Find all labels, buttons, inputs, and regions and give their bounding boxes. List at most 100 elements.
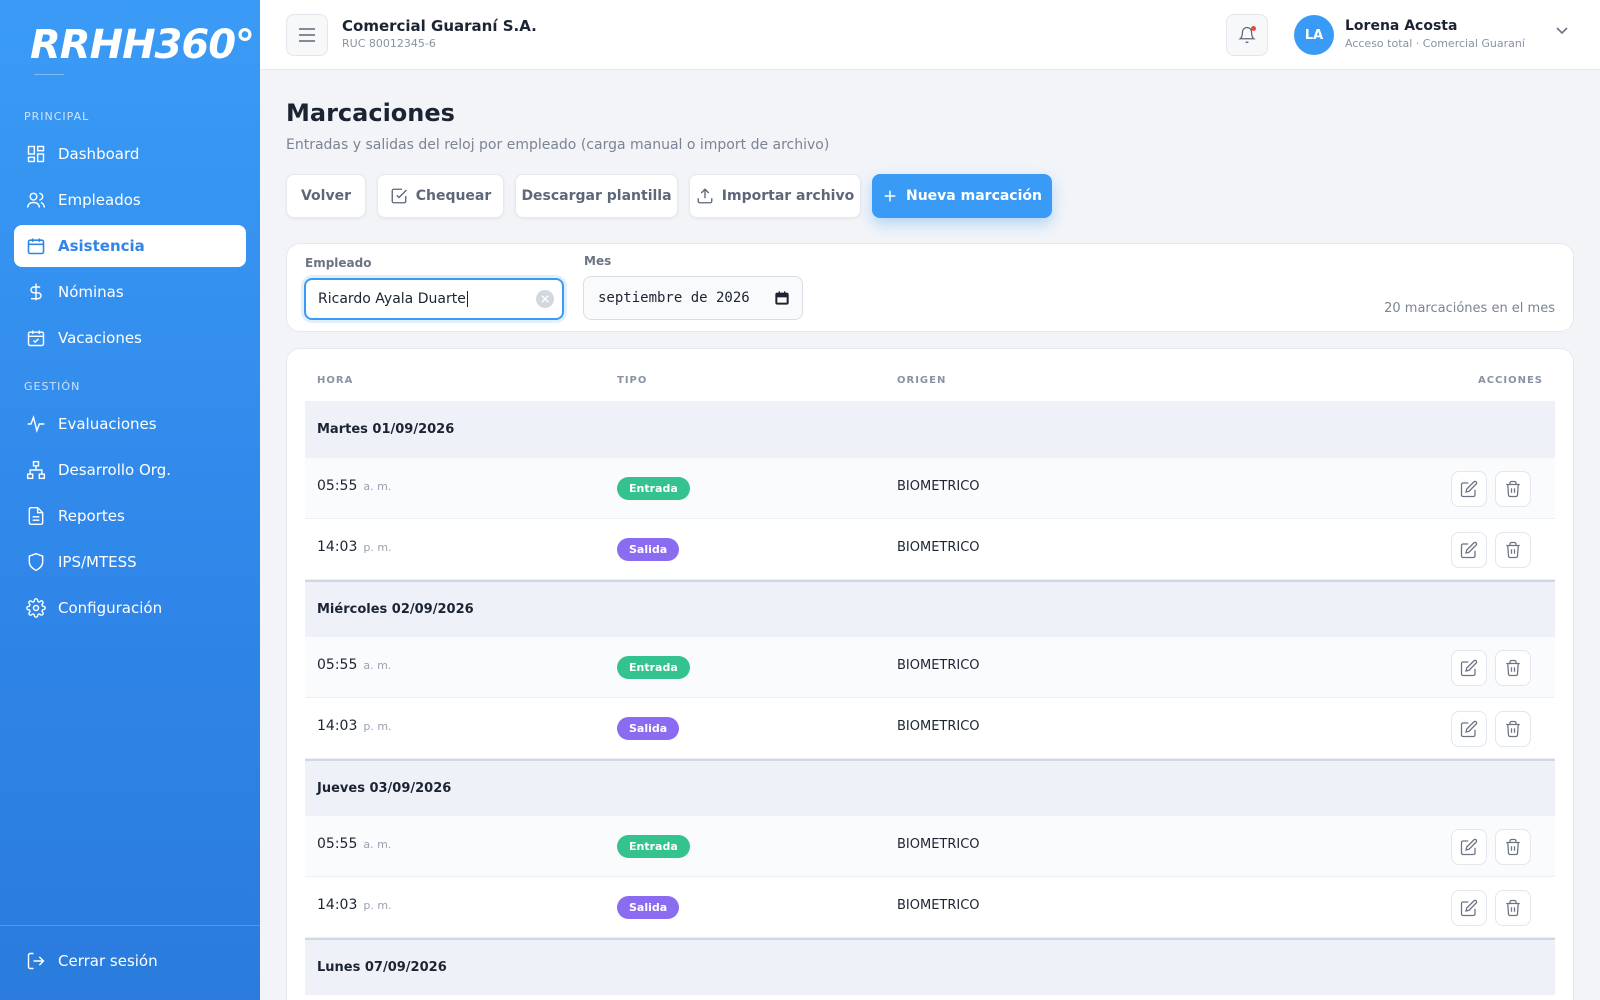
logout-icon <box>27 952 45 970</box>
trash-icon <box>1506 480 1520 498</box>
type-badge-entrada: Entrada <box>617 835 690 858</box>
menu-toggle-button[interactable] <box>286 14 328 56</box>
type-badge-salida: Salida <box>617 538 680 561</box>
checkbox-edit-icon <box>391 188 407 204</box>
back-button[interactable]: Volver <box>286 174 366 218</box>
table-body: Martes 01/09/2026 05:55 a. m. Entrada BIO… <box>305 401 1555 995</box>
clear-input-button[interactable] <box>536 290 554 308</box>
hamburger-icon <box>299 28 315 42</box>
day-group-header: Martes 01/09/2026 <box>305 401 1555 458</box>
table-row[interactable]: 14:03 p. m. Salida BIOMETRICO <box>305 519 1555 580</box>
table-row[interactable]: 05:55 a. m. Entrada BIOMETRICO <box>305 816 1555 877</box>
trash-icon <box>1506 659 1520 677</box>
calendar-icon <box>27 238 45 255</box>
origin-cell: BIOMETRICO <box>897 719 980 734</box>
table-row[interactable]: 14:03 p. m. Salida BIOMETRICO <box>305 698 1555 759</box>
sidebar-item-label: Reportes <box>58 507 125 525</box>
type-badge-salida: Salida <box>617 717 680 740</box>
sidebar-item-dashboard[interactable]: Dashboard <box>14 133 246 175</box>
download-template-button[interactable]: Descargar plantilla <box>515 174 678 218</box>
month-input-value: septiembre de 2026 <box>598 290 750 306</box>
sidebar-item-nominas[interactable]: Nóminas <box>14 271 246 313</box>
sidebar-item-desarrollo-org[interactable]: Desarrollo Org. <box>14 449 246 491</box>
edit-button[interactable] <box>1451 711 1487 747</box>
sidebar-item-configuracion[interactable]: Configuración <box>14 587 246 629</box>
notification-dot <box>1251 26 1256 31</box>
sidebar-item-label: IPS/MTESS <box>58 553 137 571</box>
column-header-time: HORA <box>317 375 354 386</box>
close-icon <box>541 295 549 303</box>
import-file-label: Importar archivo <box>721 188 855 204</box>
sidebar-item-label: Nóminas <box>58 283 124 301</box>
notifications-button[interactable] <box>1226 14 1268 56</box>
upload-icon <box>697 188 713 204</box>
sidebar: RRHH360° PRINCIPAL Dashboard Empleados A… <box>0 0 260 1000</box>
check-button-label: Chequear <box>415 188 492 204</box>
day-group-header: Lunes 07/09/2026 <box>305 938 1555 995</box>
sidebar-item-label: Empleados <box>58 191 141 209</box>
edit-button[interactable] <box>1451 471 1487 507</box>
avatar[interactable]: LA <box>1294 15 1334 55</box>
edit-icon <box>1460 659 1478 677</box>
dollar-icon <box>30 283 42 301</box>
sidebar-item-label: Desarrollo Org. <box>58 461 171 479</box>
chevron-down-icon[interactable] <box>1556 27 1568 35</box>
sidebar-item-evaluaciones[interactable]: Evaluaciones <box>14 403 246 445</box>
check-button[interactable]: Chequear <box>377 174 504 218</box>
back-button-label: Volver <box>300 188 351 204</box>
month-picker-input[interactable]: septiembre de 2026 <box>583 276 803 320</box>
new-marking-button[interactable]: Nueva marcación <box>872 174 1052 218</box>
delete-button[interactable] <box>1495 711 1531 747</box>
type-badge-salida: Salida <box>617 896 680 919</box>
app-logo[interactable]: RRHH360° <box>30 22 255 68</box>
user-name[interactable]: Lorena Acosta <box>1345 18 1457 34</box>
nav-section-principal: PRINCIPAL <box>24 110 90 123</box>
logout-button[interactable]: Cerrar sesión <box>14 940 246 982</box>
trash-icon <box>1506 899 1520 917</box>
sidebar-item-empleados[interactable]: Empleados <box>14 179 246 221</box>
calendar-check-icon <box>27 330 45 347</box>
trash-icon <box>1506 541 1520 559</box>
table-row[interactable]: 05:55 a. m. Entrada BIOMETRICO <box>305 458 1555 519</box>
table-row[interactable]: 14:03 p. m. Salida BIOMETRICO <box>305 877 1555 938</box>
delete-button[interactable] <box>1495 471 1531 507</box>
origin-cell: BIOMETRICO <box>897 540 980 555</box>
day-group-header: Jueves 03/09/2026 <box>305 759 1555 816</box>
edit-icon <box>1460 720 1478 738</box>
top-header: Comercial Guaraní S.A. RUC 80012345-6 LA… <box>260 0 1600 70</box>
import-file-button[interactable]: Importar archivo <box>689 174 861 218</box>
sidebar-item-label: Configuración <box>58 599 163 617</box>
edit-button[interactable] <box>1451 890 1487 926</box>
calendar-picker-icon[interactable] <box>774 290 790 306</box>
edit-button[interactable] <box>1451 829 1487 865</box>
download-template-label: Descargar plantilla <box>521 188 672 204</box>
file-text-icon <box>28 506 44 526</box>
delete-button[interactable] <box>1495 532 1531 568</box>
origin-cell: BIOMETRICO <box>897 837 980 852</box>
nav-section-gestion: GESTIÓN <box>24 380 81 393</box>
time-cell: 14:03 p. m. <box>317 539 392 555</box>
sidebar-item-ips-mtess[interactable]: IPS/MTESS <box>14 541 246 583</box>
delete-button[interactable] <box>1495 650 1531 686</box>
edit-icon <box>1460 541 1478 559</box>
table-row[interactable]: 05:55 a. m. Entrada BIOMETRICO <box>305 637 1555 698</box>
sidebar-item-reportes[interactable]: Reportes <box>14 495 246 537</box>
markings-table: HORA TIPO ORIGEN ACCIONES Martes 01/09/2… <box>286 348 1574 1000</box>
shield-icon <box>28 552 44 572</box>
delete-button[interactable] <box>1495 829 1531 865</box>
delete-button[interactable] <box>1495 890 1531 926</box>
type-badge-entrada: Entrada <box>617 477 690 500</box>
edit-button[interactable] <box>1451 650 1487 686</box>
logo-divider <box>34 74 64 75</box>
type-badge-entrada: Entrada <box>617 656 690 679</box>
time-cell: 14:03 p. m. <box>317 897 392 913</box>
employee-search-input[interactable]: Ricardo Ayala Duarte <box>304 278 564 320</box>
sidebar-item-asistencia[interactable]: Asistencia <box>14 225 246 267</box>
employee-input-value: Ricardo Ayala Duarte <box>318 291 466 307</box>
time-cell: 14:03 p. m. <box>317 718 392 734</box>
sidebar-item-vacaciones[interactable]: Vacaciones <box>14 317 246 359</box>
edit-button[interactable] <box>1451 532 1487 568</box>
new-marking-label: Nueva marcación <box>906 188 1042 204</box>
edit-icon <box>1460 838 1478 856</box>
plus-icon <box>884 190 896 202</box>
